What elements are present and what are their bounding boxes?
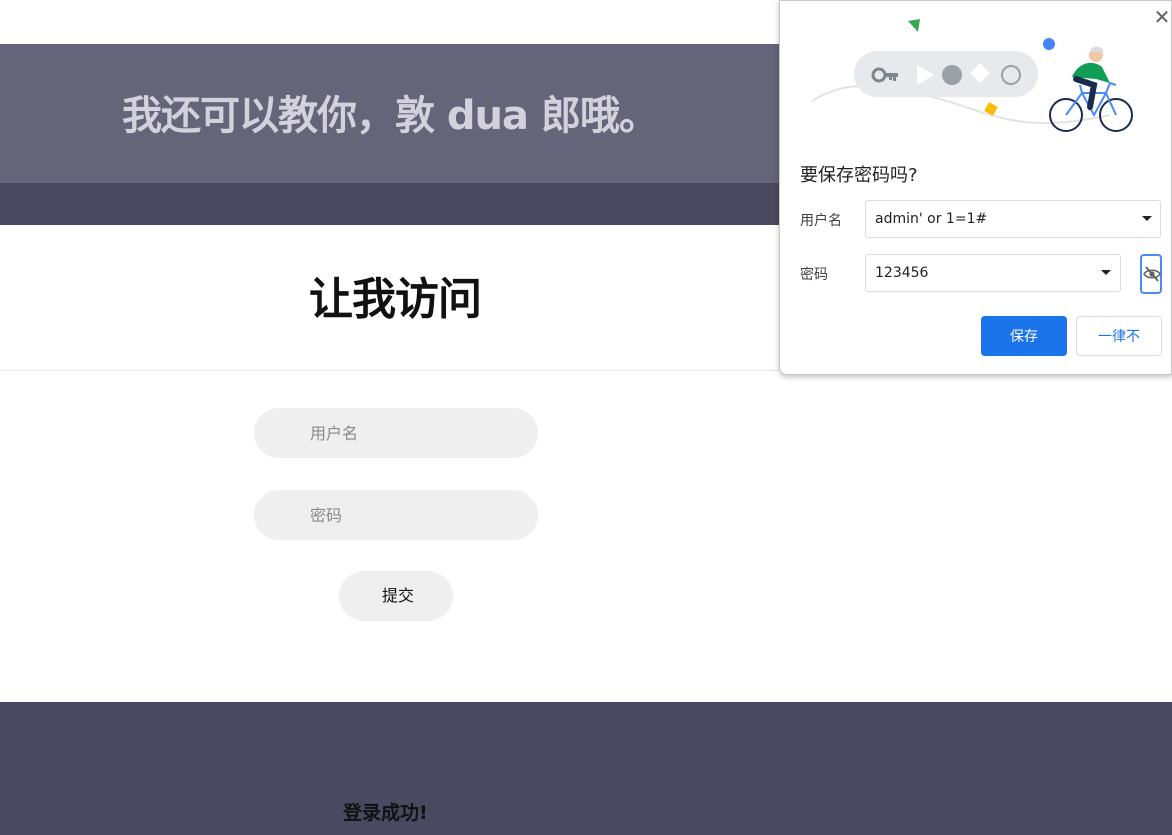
section-divider	[0, 370, 780, 371]
login-success-message: 登录成功!	[343, 802, 428, 824]
close-icon[interactable]: ✕	[1152, 5, 1172, 29]
password-label: 密码	[800, 267, 828, 283]
username-value: admin' or 1=1#	[875, 211, 988, 227]
password-illustration	[811, 19, 1133, 132]
password-value: 123456	[875, 265, 929, 281]
page-title: 让我访问	[309, 274, 482, 325]
eye-off-icon	[1143, 266, 1161, 282]
chevron-down-icon	[1101, 270, 1111, 275]
save-button[interactable]: 保存	[981, 316, 1067, 356]
footer	[0, 702, 1172, 835]
save-password-popup: ✕ 要保存密码吗? 用户名 admin' or 1=1# 密码 123456 保…	[779, 0, 1172, 375]
submit-button[interactable]: 提交	[339, 571, 453, 621]
username-label: 用户名	[800, 213, 842, 229]
username-select[interactable]: admin' or 1=1#	[865, 200, 1161, 238]
chevron-down-icon	[1142, 216, 1152, 221]
show-password-button[interactable]	[1140, 254, 1162, 294]
hero-title: 我还可以教你，敦 dua 郎哦。	[122, 93, 659, 139]
password-input[interactable]	[254, 490, 538, 540]
never-button[interactable]: 一律不	[1076, 316, 1162, 356]
username-input[interactable]	[254, 408, 538, 458]
popup-title: 要保存密码吗?	[800, 165, 918, 186]
password-select[interactable]: 123456	[865, 254, 1121, 292]
